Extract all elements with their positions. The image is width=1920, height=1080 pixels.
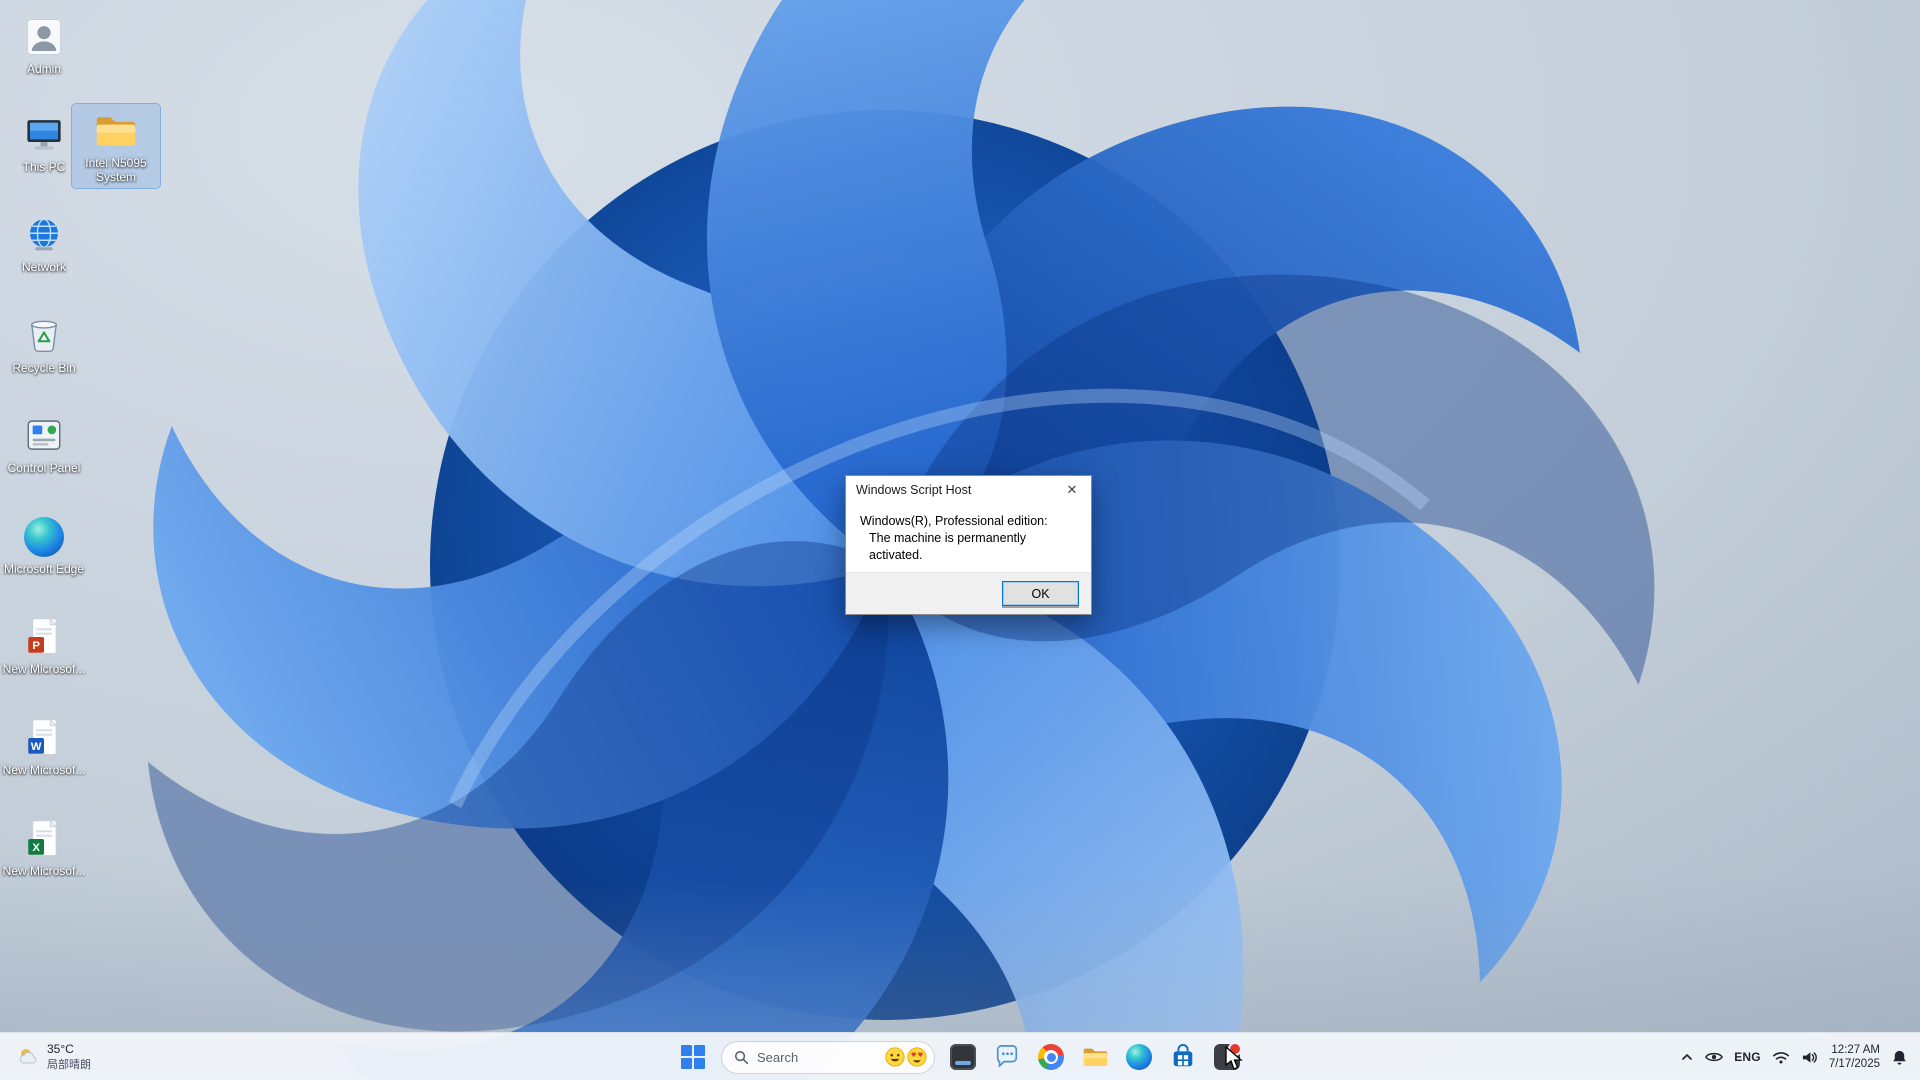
taskbar-store[interactable] (1163, 1037, 1203, 1077)
taskbar: 35°C 局部晴朗 Search ♥ ♥ ENG 12:27 AM 7/17/2… (0, 1032, 1920, 1080)
wifi-button[interactable] (1772, 1039, 1790, 1075)
icon-label: Control Panel (7, 461, 81, 475)
excel-doc-icon: X (22, 817, 66, 861)
icon-label: Network (21, 260, 66, 274)
recycle-bin-icon (22, 314, 66, 358)
icon-label: Admin (26, 62, 61, 76)
monitor-icon (22, 113, 66, 157)
file-explorer-icon (1083, 1048, 1107, 1066)
edge-icon (22, 515, 66, 559)
taskbar-dark-app[interactable] (943, 1037, 983, 1077)
tray-eye-button[interactable] (1705, 1039, 1724, 1075)
clock-time: 12:27 AM (1831, 1043, 1880, 1056)
weather-widget[interactable]: 35°C 局部晴朗 (10, 1033, 97, 1080)
folder-icon (94, 109, 138, 153)
eye-icon (1705, 1052, 1724, 1062)
desktop-icon-recycle-bin[interactable]: Recycle Bin (0, 309, 88, 379)
dialog-message-line2: The machine is permanently activated. (869, 530, 1027, 562)
dialog-footer: OK (846, 572, 1091, 614)
ok-button[interactable]: OK (1002, 581, 1079, 606)
language-indicator[interactable]: ENG (1734, 1039, 1761, 1075)
dialog-title: Windows Script Host (856, 483, 972, 497)
icon-label: New Microsof... (2, 763, 86, 777)
desktop-icon-new-word[interactable]: W New Microsof... (0, 711, 88, 781)
dark-app-icon (950, 1044, 976, 1070)
clock[interactable]: 12:27 AM 7/17/2025 (1829, 1043, 1880, 1072)
dialog-body: Windows(R), Professional edition: The ma… (846, 504, 1091, 564)
chrome-icon (1038, 1044, 1064, 1070)
search-icon (734, 1050, 749, 1064)
icon-label: New Microsof... (2, 662, 86, 676)
globe-icon (22, 213, 66, 257)
desktop-icon-microsoft-edge[interactable]: Microsoft Edge (0, 510, 88, 580)
notification-button[interactable] (1891, 1039, 1908, 1075)
icon-label: Recycle Bin (12, 361, 76, 375)
taskbar-chrome[interactable] (1031, 1037, 1071, 1077)
taskbar-chat[interactable] (987, 1037, 1027, 1077)
search-placeholder: Search (757, 1049, 799, 1065)
taskbar-center-group: Search ♥ ♥ (671, 1033, 1249, 1080)
system-tray: ENG 12:27 AM 7/17/2025 (1680, 1033, 1912, 1080)
chat-icon (996, 1045, 1018, 1068)
icon-label: New Microsof... (2, 864, 86, 878)
user-icon (22, 15, 66, 59)
windows-script-host-dialog: Windows Script Host ✕ Windows(R), Profes… (845, 475, 1092, 615)
start-button[interactable] (673, 1037, 713, 1077)
store-icon (1173, 1044, 1193, 1067)
desktop-icon-control-panel[interactable]: Control Panel (0, 409, 88, 479)
desktop-screen: Admin This PC Intel N5095 System Network… (0, 0, 1920, 1080)
desktop-icon-network[interactable]: Network (0, 208, 88, 278)
icon-label: Intel N5095 System (85, 156, 147, 185)
svg-text:W: W (31, 741, 42, 753)
clock-date: 7/17/2025 (1828, 1058, 1880, 1070)
volume-icon (1802, 1051, 1817, 1063)
search-box[interactable]: Search ♥ ♥ (721, 1040, 935, 1074)
emoji-smile-icon (885, 1047, 905, 1067)
svg-text:♥: ♥ (918, 1051, 924, 1059)
desktop-icon-new-powerpoint[interactable]: P New Microsof... (0, 610, 88, 680)
volume-button[interactable] (1801, 1039, 1818, 1075)
taskbar-file-explorer[interactable] (1075, 1037, 1115, 1077)
desktop-icon-intel-n5095-system[interactable]: Intel N5095 System (71, 102, 161, 190)
weather-sun-cloud-icon (19, 1049, 37, 1064)
tray-chevron-button[interactable] (1680, 1039, 1694, 1075)
control-panel-icon (22, 414, 66, 458)
app-badge-icon (1214, 1042, 1242, 1070)
emoji-heart-eyes-icon: ♥ ♥ (907, 1047, 927, 1067)
close-icon[interactable]: ✕ (1053, 476, 1091, 504)
svg-text:♥: ♥ (911, 1051, 917, 1059)
powerpoint-doc-icon: P (22, 615, 66, 659)
notification-bell-icon (1893, 1050, 1906, 1065)
desktop-icon-admin[interactable]: Admin (0, 10, 88, 80)
icon-label: This PC (22, 160, 66, 174)
dialog-message-line1: Windows(R), Professional edition: (860, 514, 1048, 528)
weather-condition: 局部晴朗 (47, 1059, 91, 1071)
svg-text:P: P (32, 640, 40, 652)
taskbar-edge[interactable] (1119, 1037, 1159, 1077)
dialog-titlebar[interactable]: Windows Script Host ✕ (846, 476, 1091, 504)
svg-text:X: X (32, 842, 40, 854)
windows-logo-icon (681, 1045, 705, 1069)
chevron-up-icon (1682, 1054, 1693, 1060)
icon-label: Microsoft Edge (3, 562, 85, 576)
edge-icon (1126, 1044, 1152, 1070)
taskbar-app-with-badge[interactable] (1207, 1037, 1247, 1077)
weather-temperature: 35°C (47, 1042, 74, 1056)
wifi-icon (1772, 1051, 1789, 1064)
word-doc-icon: W (22, 716, 66, 760)
desktop-icon-new-excel[interactable]: X New Microsof... (0, 812, 88, 882)
